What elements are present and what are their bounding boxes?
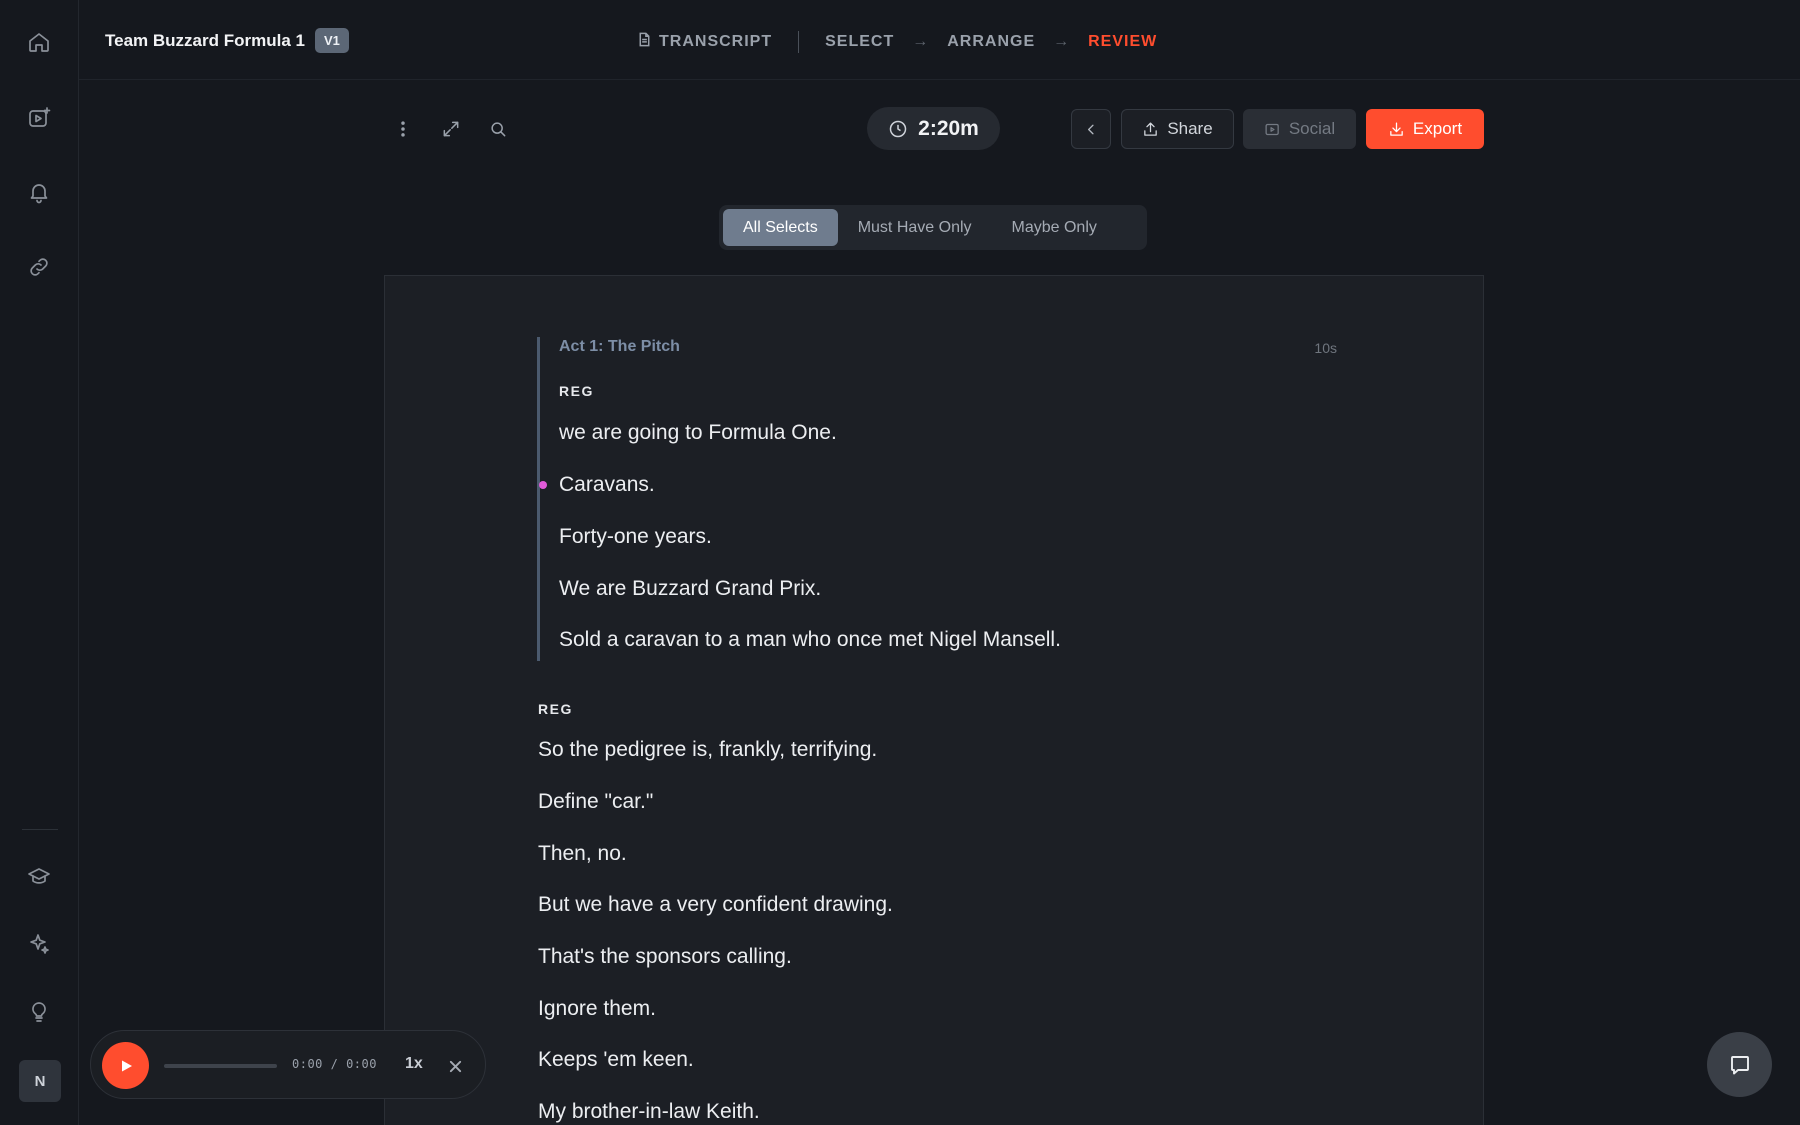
home-button[interactable] bbox=[19, 22, 59, 62]
expand-icon bbox=[443, 121, 459, 137]
document-icon bbox=[637, 32, 652, 52]
playback-speed[interactable]: 1x bbox=[405, 1055, 423, 1073]
playback-progress[interactable] bbox=[164, 1064, 277, 1068]
fullscreen-button[interactable] bbox=[436, 114, 466, 144]
step-arrange[interactable]: ARRANGE bbox=[947, 33, 1035, 51]
links-button[interactable] bbox=[19, 247, 59, 287]
transcript-line[interactable]: We are Buzzard Grand Prix. bbox=[559, 577, 821, 601]
transcript-line[interactable]: So the pedigree is, frankly, terrifying. bbox=[538, 738, 877, 762]
transcript-line[interactable]: That's the sponsors calling. bbox=[538, 945, 792, 969]
speaker-label: REG bbox=[538, 701, 573, 717]
chat-icon bbox=[1730, 1055, 1749, 1074]
step-transcript[interactable]: TRANSCRIPT bbox=[637, 32, 772, 52]
chevron-left-icon bbox=[1087, 124, 1094, 134]
share-button[interactable]: Share bbox=[1121, 109, 1234, 149]
filter-maybe-only[interactable]: Maybe Only bbox=[992, 209, 1117, 246]
rail-divider bbox=[22, 829, 58, 830]
home-icon bbox=[29, 33, 49, 52]
transcript-line[interactable]: Keeps 'em keen. bbox=[538, 1048, 694, 1072]
transcript-line[interactable]: we are going to Formula One. bbox=[559, 421, 837, 445]
duration-value: 2:20m bbox=[918, 116, 979, 140]
total-duration: 2:20m bbox=[867, 107, 1000, 150]
filter-all-selects[interactable]: All Selects bbox=[723, 209, 838, 246]
new-video-button[interactable] bbox=[19, 98, 59, 138]
search-button[interactable] bbox=[483, 114, 513, 144]
step-arrange-label: ARRANGE bbox=[947, 33, 1036, 50]
playback-time: 0:00 / 0:00 bbox=[292, 1057, 377, 1071]
step-review-label: REVIEW bbox=[1088, 33, 1158, 50]
speaker-label: REG bbox=[559, 383, 594, 399]
social-icon bbox=[1265, 123, 1279, 135]
transcript-line[interactable]: But we have a very confident drawing. bbox=[538, 893, 893, 917]
filter-must-have-only[interactable]: Must Have Only bbox=[838, 209, 992, 246]
upload-icon bbox=[1144, 121, 1158, 136]
transcript-panel: Act 1: The Pitch 10s REG we are going to… bbox=[384, 275, 1484, 1125]
social-button[interactable]: Social bbox=[1243, 109, 1356, 149]
learn-button[interactable] bbox=[19, 857, 59, 897]
search-icon bbox=[491, 122, 506, 137]
lightbulb-icon bbox=[32, 1002, 46, 1022]
left-rail: N bbox=[0, 0, 79, 1125]
transcript-line[interactable]: Caravans. bbox=[559, 473, 655, 497]
step-transcript-label: TRANSCRIPT bbox=[659, 33, 773, 50]
selects-filter: All Selects Must Have Only Maybe Only bbox=[719, 205, 1147, 250]
step-select-label: SELECT bbox=[825, 33, 895, 50]
graduation-cap-icon bbox=[28, 868, 50, 884]
back-button[interactable] bbox=[1071, 109, 1111, 149]
project-title: Team Buzzard Formula 1 bbox=[105, 31, 305, 50]
clock-icon bbox=[889, 120, 907, 137]
transcript-line[interactable]: Sold a caravan to a man who once met Nig… bbox=[559, 628, 1061, 652]
bell-icon bbox=[30, 184, 48, 204]
step-review[interactable]: REVIEW bbox=[1088, 33, 1157, 51]
chat-button[interactable] bbox=[1707, 1032, 1772, 1097]
export-button[interactable]: Export bbox=[1366, 109, 1484, 149]
selection-marker-dot bbox=[539, 481, 547, 489]
steps-divider bbox=[798, 31, 800, 53]
download-icon bbox=[1390, 121, 1403, 136]
sparkle-icon bbox=[30, 934, 49, 954]
arrow-right-icon: → bbox=[1053, 33, 1071, 50]
ai-button[interactable] bbox=[19, 924, 59, 964]
more-options-button[interactable] bbox=[388, 114, 418, 144]
play-button[interactable] bbox=[102, 1042, 149, 1089]
export-label: Export bbox=[1412, 119, 1463, 138]
user-avatar[interactable]: N bbox=[19, 1060, 61, 1102]
link-icon bbox=[30, 258, 48, 276]
act-duration: 10s bbox=[1314, 340, 1337, 356]
tips-button[interactable] bbox=[19, 992, 59, 1032]
play-icon bbox=[121, 1060, 132, 1071]
transcript-line[interactable]: Ignore them. bbox=[538, 997, 656, 1021]
transcript-line[interactable]: Define "car." bbox=[538, 790, 653, 814]
step-select[interactable]: SELECT bbox=[825, 33, 894, 51]
social-label: Social bbox=[1288, 119, 1336, 138]
workflow-steps: TRANSCRIPT SELECT → ARRANGE → REVIEW bbox=[637, 31, 1157, 53]
transcript-line[interactable]: Then, no. bbox=[538, 842, 627, 866]
notifications-button[interactable] bbox=[19, 172, 59, 212]
transcript-line[interactable]: Forty-one years. bbox=[559, 525, 712, 549]
share-label: Share bbox=[1167, 119, 1213, 138]
close-player-button[interactable] bbox=[445, 1056, 465, 1076]
top-bar: Team Buzzard Formula 1 V1 TRANSCRIPT SEL… bbox=[79, 0, 1800, 80]
act-title[interactable]: Act 1: The Pitch bbox=[559, 338, 680, 356]
arrow-right-icon: → bbox=[912, 33, 930, 50]
transcript-line[interactable]: My brother-in-law Keith. bbox=[538, 1100, 760, 1124]
more-vertical-icon bbox=[401, 121, 405, 137]
close-icon bbox=[449, 1060, 461, 1072]
app-root: N Team Buzzard Formula 1 V1 TRANSCRIPT S… bbox=[0, 0, 1800, 1125]
video-add-icon bbox=[29, 107, 51, 127]
audio-player: 0:00 / 0:00 1x bbox=[90, 1030, 486, 1099]
act-section[interactable]: Act 1: The Pitch 10s REG we are going to… bbox=[537, 337, 1337, 661]
version-badge[interactable]: V1 bbox=[315, 28, 349, 53]
